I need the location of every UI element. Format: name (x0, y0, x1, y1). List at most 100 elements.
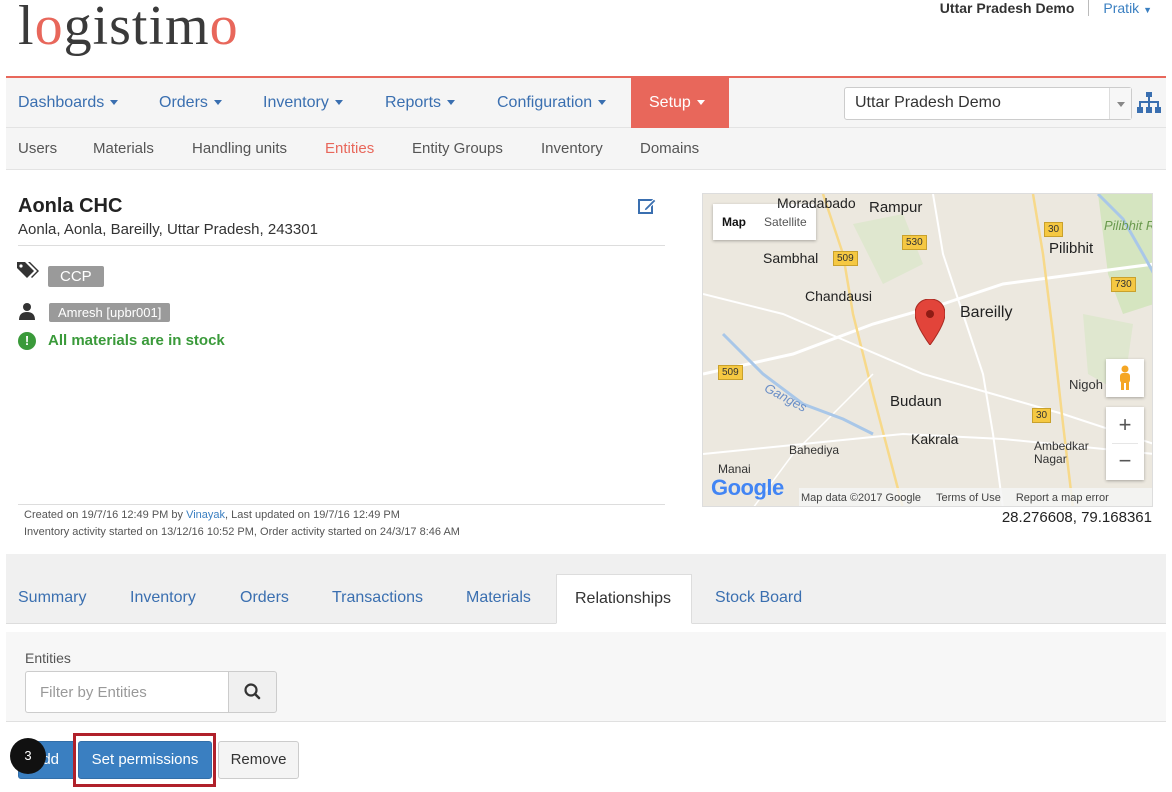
nav-label: Inventory (263, 94, 329, 111)
logistimo-logo[interactable]: logistimo (18, 0, 239, 58)
nav-setup[interactable]: Setup (631, 78, 729, 128)
zoom-in-icon[interactable]: + (1106, 407, 1144, 443)
map-label: Kakrala (911, 431, 959, 447)
nav-reports[interactable]: Reports (373, 78, 467, 128)
nav-label: Dashboards (18, 94, 105, 111)
subnav-materials[interactable]: Materials (93, 128, 154, 170)
entity-created-meta: Created on 19/7/16 12:49 PM by Vinayak, … (24, 509, 400, 521)
sub-nav: Users Materials Handling units Entities … (6, 128, 1166, 170)
nav-label: Configuration (497, 94, 593, 111)
location-pin-icon[interactable] (915, 299, 945, 345)
google-logo[interactable]: Google (711, 475, 784, 501)
tab-inventory[interactable]: Inventory (130, 574, 196, 624)
map-label: Sambhal (763, 250, 819, 266)
search-icon (244, 683, 261, 700)
nav-label: Reports (385, 94, 442, 111)
entity-address: Aonla, Aonla, Bareilly, Uttar Pradesh, 2… (18, 221, 318, 238)
meta-text: Created on 19/7/16 12:49 PM by (24, 509, 187, 521)
nav-orders[interactable]: Orders (147, 78, 234, 128)
tab-orders[interactable]: Orders (240, 574, 289, 624)
highway-shield: 30 (1044, 222, 1064, 237)
entity-name: Aonla CHC (18, 195, 123, 217)
map-data-credit: Map data ©2017 Google (801, 492, 922, 504)
tutorial-step-badge: 3 (10, 738, 46, 774)
report-error-link[interactable]: Report a map error (1016, 492, 1109, 504)
subnav-users[interactable]: Users (18, 128, 57, 170)
nav-label: Orders (159, 94, 208, 111)
subnav-entity-groups[interactable]: Entity Groups (412, 128, 503, 170)
highway-shield: 509 (718, 365, 743, 380)
remove-button[interactable]: Remove (218, 741, 299, 779)
creator-link[interactable]: Vinayak (186, 509, 225, 521)
map-label: Bareilly (960, 304, 1013, 321)
nav-inventory[interactable]: Inventory (251, 78, 355, 128)
map-label: Manai (718, 462, 751, 476)
nav-dashboards[interactable]: Dashboards (6, 78, 130, 128)
zoom-out-icon[interactable]: − (1106, 444, 1144, 480)
edit-icon[interactable] (637, 196, 657, 216)
caret-down-icon (447, 100, 456, 106)
caret-down-icon (598, 100, 607, 106)
entity-tag-badge: CCP (48, 266, 104, 287)
caret-down-icon (334, 100, 343, 106)
subnav-handling-units[interactable]: Handling units (192, 128, 287, 170)
user-name: Pratik (1103, 0, 1140, 16)
domain-select[interactable]: Uttar Pradesh Demo (844, 87, 1132, 120)
pegman-icon (1120, 365, 1130, 390)
subnav-domains[interactable]: Domains (640, 128, 699, 170)
map-label: Ambedkar Nagar (1034, 439, 1089, 466)
map-tab-map[interactable]: Map (713, 204, 755, 240)
dropdown-arrow-icon (1109, 88, 1131, 119)
map-label: Pilibhit Rese (1104, 218, 1152, 233)
map-label: Nigoh (1069, 377, 1103, 392)
meta-text: , Last updated on 19/7/16 12:49 PM (225, 509, 400, 521)
nav-configuration[interactable]: Configuration (485, 78, 618, 128)
exclamation-icon: ! (18, 332, 36, 350)
entity-coordinates: 28.276608, 79.168361 (1001, 509, 1152, 526)
chevron-down-icon: ▼ (1143, 5, 1152, 15)
highway-shield: 509 (833, 251, 858, 266)
street-view-button[interactable] (1106, 359, 1144, 397)
subnav-entities[interactable]: Entities (325, 128, 374, 170)
map-footer: Map data ©2017 Google Terms of Use Repor… (799, 488, 1152, 506)
tab-materials[interactable]: Materials (466, 574, 531, 624)
map-label: Budaun (890, 393, 942, 410)
filter-label: Entities (25, 650, 71, 666)
divider (18, 245, 665, 246)
tutorial-highlight-box (73, 733, 216, 787)
tab-summary[interactable]: Summary (18, 574, 86, 624)
tab-transactions[interactable]: Transactions (332, 574, 423, 624)
divider (18, 504, 665, 505)
tags-icon (17, 262, 39, 278)
caret-down-icon (213, 100, 222, 106)
caret-down-icon (696, 100, 705, 106)
nav-label: Setup (649, 94, 691, 111)
highway-shield: 730 (1111, 277, 1136, 292)
user-menu[interactable]: Pratik ▼ (1103, 0, 1152, 16)
tab-relationships[interactable]: Relationships (556, 574, 692, 624)
map-label: Chandausi (805, 288, 872, 304)
terms-link[interactable]: Terms of Use (936, 492, 1001, 504)
map-label: Bahediya (789, 443, 840, 457)
header-divider (1088, 0, 1090, 16)
search-button[interactable] (228, 671, 277, 713)
subnav-inventory[interactable]: Inventory (541, 128, 603, 170)
hierarchy-icon[interactable] (1137, 91, 1161, 115)
domain-select-value: Uttar Pradesh Demo (855, 94, 1001, 111)
caret-down-icon (110, 100, 119, 106)
entity-user-badge[interactable]: Amresh [upbr001] (49, 303, 171, 322)
map-label: Pilibhit (1049, 240, 1094, 257)
header-user-area: Uttar Pradesh Demo Pratik ▼ (940, 0, 1152, 16)
map-label: Rampur (869, 199, 923, 216)
user-icon (19, 303, 35, 320)
highway-shield: 30 (1032, 408, 1052, 423)
org-name[interactable]: Uttar Pradesh Demo (940, 0, 1075, 16)
stock-status: All materials are in stock (48, 332, 225, 349)
tab-stock-board[interactable]: Stock Board (715, 574, 802, 624)
entity-filter-input[interactable] (25, 671, 228, 713)
entity-activity-meta: Inventory activity started on 13/12/16 1… (24, 526, 460, 538)
highway-shield: 530 (902, 235, 927, 250)
location-map[interactable]: Map Satellite Moradabado Rampur Pilibhit… (702, 193, 1153, 507)
zoom-controls: + − (1106, 407, 1144, 480)
map-label: Moradabado (777, 195, 856, 211)
